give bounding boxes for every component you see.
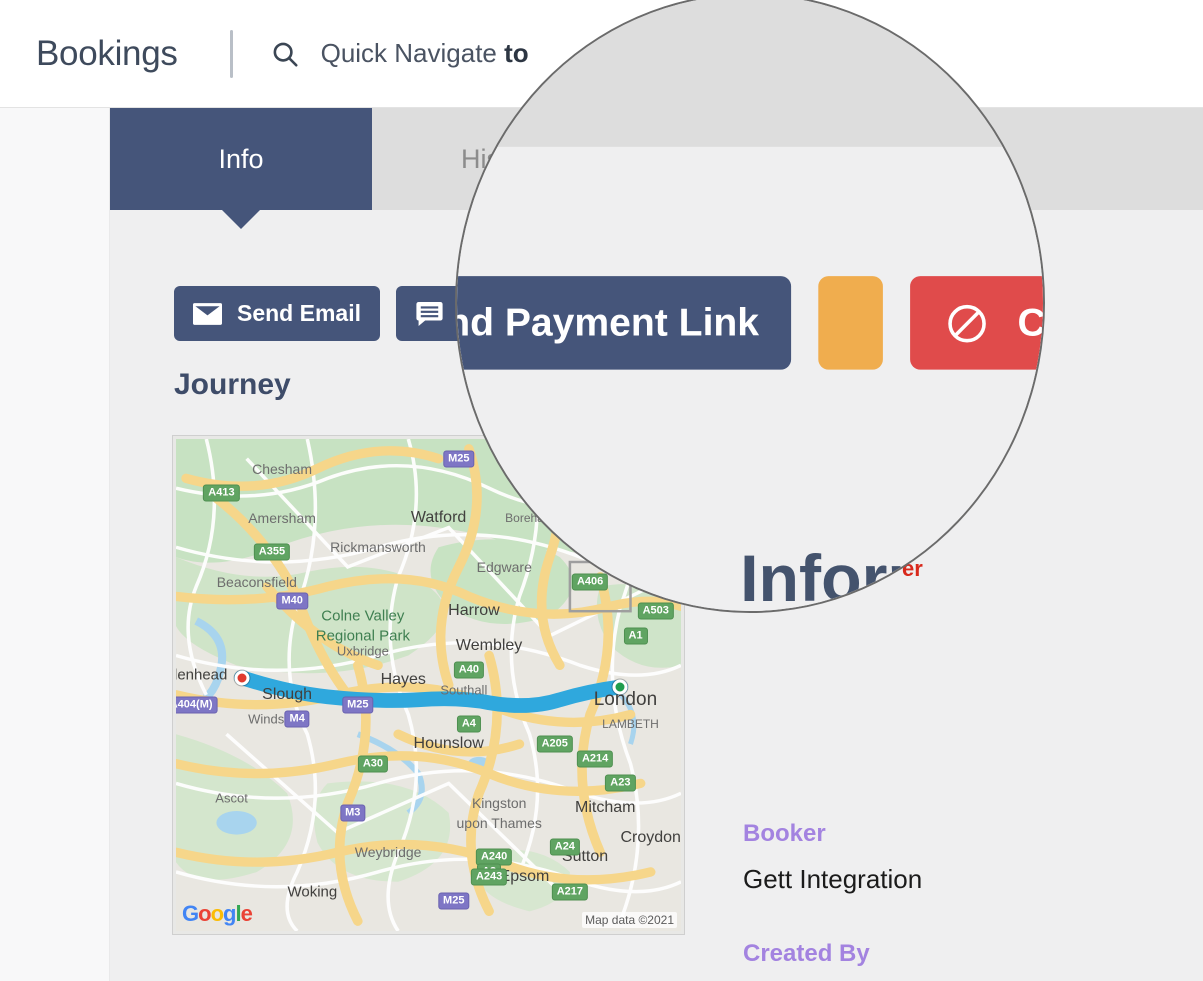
lens-cancel-label: Cancel	[1017, 299, 1045, 345]
magnifier-lens: Info History Quick Navigate to Send Emai…	[455, 0, 1045, 613]
page-title: Bookings	[36, 33, 178, 73]
google-logo: Google	[182, 901, 253, 926]
tab-info[interactable]: Info	[110, 108, 372, 229]
lens-secondary-warning-button[interactable]	[818, 276, 884, 370]
map-attribution: Map data ©2021	[582, 912, 677, 928]
map-marker-pickup[interactable]	[234, 670, 250, 686]
lens-action-row: Send Email Send Pay	[457, 276, 1045, 370]
lens-tab-history-label: History	[457, 0, 555, 147]
header-divider	[229, 29, 233, 78]
lens-send-payment-link-button[interactable]: Send Payment Link	[457, 276, 792, 370]
sms-message-icon	[416, 301, 443, 326]
search-icon	[273, 42, 298, 67]
map-marker-dropoff[interactable]	[612, 679, 628, 695]
lens-cancel-button[interactable]: Cancel	[910, 276, 1045, 370]
tab-active-caret	[222, 210, 260, 229]
journey-heading: Journey	[174, 368, 291, 401]
field-booker-label: Booker	[743, 820, 826, 847]
left-sidebar-rail	[0, 108, 110, 981]
tab-info-label: Info	[218, 143, 264, 174]
lens-information-heading: Information	[740, 543, 1043, 613]
magnifier-content: Info History Quick Navigate to Send Emai…	[457, 0, 1045, 613]
envelope-icon	[193, 302, 222, 325]
send-email-label: Send Email	[237, 300, 361, 326]
lens-no-entry-icon	[948, 304, 987, 342]
field-created-by: Created By	[743, 940, 870, 981]
field-booker: Booker Gett Integration	[743, 820, 922, 895]
field-created-by-label: Created By	[743, 940, 870, 967]
app-root: Bookings Quick Navigate to Info History	[0, 0, 1203, 981]
field-booker-value: Gett Integration	[743, 864, 923, 894]
send-email-button[interactable]: Send Email	[174, 286, 380, 341]
lens-send-payment-link-label: Send Payment Link	[457, 299, 760, 345]
